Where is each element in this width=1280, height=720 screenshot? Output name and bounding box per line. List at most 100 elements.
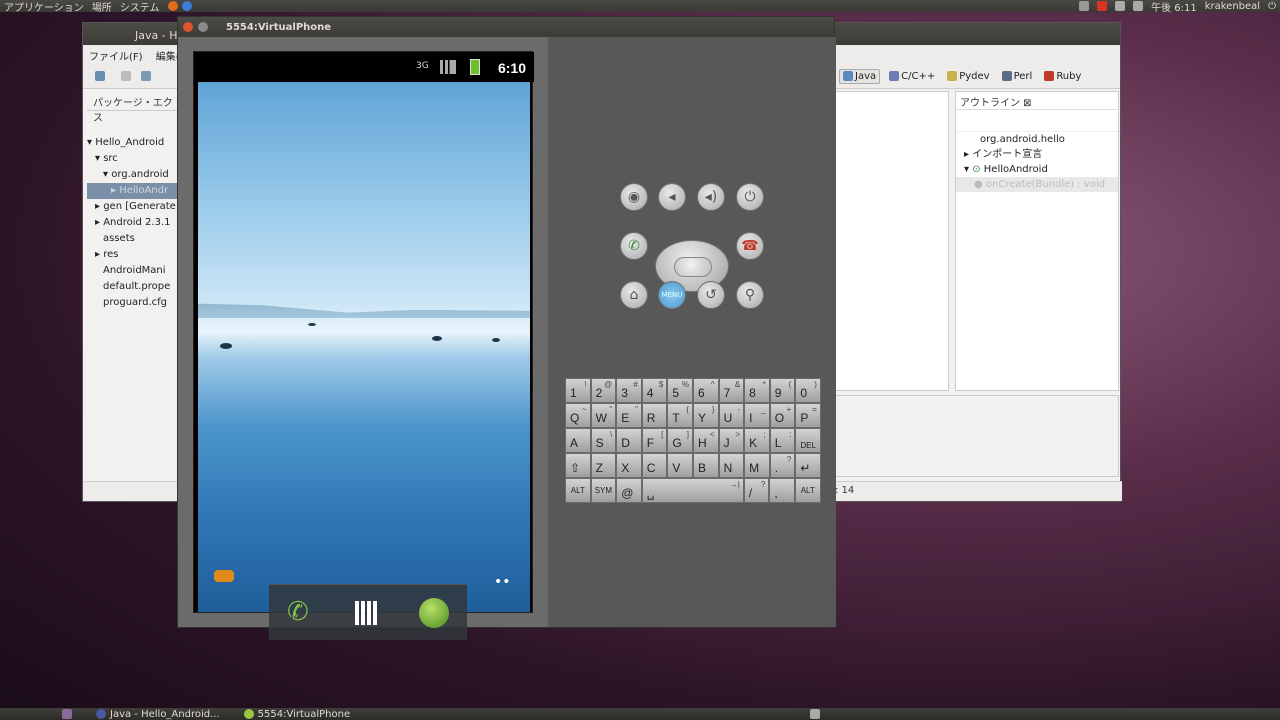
power-icon[interactable]: ⏻ — [1268, 1, 1276, 12]
tree-item[interactable]: ▾ org.android — [87, 167, 179, 183]
perl-perspective[interactable]: Perl — [999, 70, 1036, 83]
back-button[interactable]: ↺ — [697, 281, 725, 309]
key[interactable]: 4 $ — [641, 378, 668, 403]
minimize-icon[interactable] — [198, 22, 208, 32]
tree-item[interactable]: default.prope — [87, 279, 179, 295]
key[interactable]: I _ — [744, 403, 770, 428]
close-icon[interactable] — [183, 22, 193, 32]
key[interactable]: T{ — [667, 403, 693, 428]
key[interactable]: , — [769, 478, 795, 503]
tree-item[interactable]: ▾ Hello_Android — [87, 135, 179, 151]
task-eclipse[interactable]: Java - Hello_Android... — [84, 708, 232, 720]
key[interactable]: 2 @ — [590, 378, 617, 403]
left-dots-icon[interactable] — [214, 570, 234, 582]
key[interactable]: Z — [590, 453, 617, 478]
key[interactable]: W " — [590, 403, 617, 428]
key[interactable]: R — [641, 403, 668, 428]
home-button[interactable]: ⌂ — [620, 281, 648, 309]
app-drawer-icon[interactable] — [355, 601, 379, 625]
tree-item[interactable]: AndroidMani — [87, 263, 179, 279]
key[interactable]: J > — [718, 428, 745, 453]
key[interactable]: P = — [795, 403, 821, 428]
ruby-perspective[interactable]: Ruby — [1041, 70, 1084, 83]
cpp-perspective[interactable]: C/C++ — [886, 70, 938, 83]
key[interactable]: @ — [616, 478, 642, 503]
volume-icon[interactable] — [1133, 1, 1144, 11]
mail-icon[interactable] — [1115, 1, 1126, 11]
volume-down-button[interactable]: ◂ — [658, 183, 686, 211]
pydev-perspective[interactable]: Pydev — [944, 70, 992, 83]
call-button[interactable]: ✆ — [620, 232, 648, 260]
key[interactable]: Y} — [692, 403, 719, 428]
key[interactable]: .? — [769, 453, 796, 478]
phone-screen[interactable]: 3G 6:10 ✆ •• — [193, 51, 534, 640]
dpad-center[interactable] — [674, 257, 712, 277]
file-menu[interactable]: ファイル(F) — [89, 52, 143, 63]
tree-item[interactable]: proguard.cfg — [87, 295, 179, 311]
key[interactable]: E " — [616, 403, 642, 428]
user-name[interactable]: krakenbeal — [1205, 1, 1260, 12]
outline-item[interactable]: ● onCreate(Bundle) : void — [956, 177, 1118, 192]
key[interactable]: H < — [692, 428, 719, 453]
print-icon[interactable] — [141, 71, 151, 81]
places-menu[interactable]: 場所 — [92, 0, 112, 14]
key[interactable]: 1! — [565, 378, 591, 403]
trash-icon[interactable] — [810, 709, 820, 719]
key[interactable]: 8 * — [744, 378, 770, 403]
help-icon[interactable] — [181, 1, 192, 11]
search-button[interactable]: ⚲ — [736, 281, 764, 309]
emulator-titlebar[interactable]: 5554:VirtualPhone — [178, 17, 834, 37]
firefox-icon[interactable] — [167, 1, 178, 11]
phone-icon[interactable]: ✆ — [287, 597, 309, 627]
key[interactable]: X — [616, 453, 642, 478]
editor-area[interactable] — [835, 91, 949, 391]
tree-item[interactable]: ▾ src — [87, 151, 179, 167]
new-icon[interactable] — [95, 71, 105, 81]
key[interactable]: ␣ →| — [641, 478, 744, 503]
key[interactable]: F[ — [641, 428, 668, 453]
package-explorer-tab[interactable]: パッケージ・エクス — [87, 91, 179, 124]
key[interactable]: L: — [769, 428, 796, 453]
key[interactable]: 6 ^ — [692, 378, 719, 403]
tree-item[interactable]: ▸ res — [87, 247, 179, 263]
key[interactable]: Q ~ — [565, 403, 591, 428]
key[interactable]: 7 & — [718, 378, 745, 403]
clock[interactable]: 午後 6:11 — [1151, 0, 1197, 14]
outline-tab[interactable]: アウトライン ⊠ — [956, 92, 1118, 110]
show-desktop-icon[interactable] — [62, 709, 72, 719]
volume-up-button[interactable]: ◂) — [697, 183, 725, 211]
key[interactable]: DEL — [795, 428, 821, 453]
key[interactable]: 0) — [795, 378, 821, 403]
tree-item[interactable]: ▸ gen [Generate — [87, 199, 179, 215]
key[interactable]: S \ — [590, 428, 617, 453]
right-dots-icon[interactable]: •• — [494, 574, 511, 590]
key[interactable]: D — [616, 428, 642, 453]
system-menu[interactable]: システム — [120, 0, 160, 14]
tree-item[interactable]: ▸ HelloAndr — [87, 183, 179, 199]
key[interactable]: 5% — [667, 378, 693, 403]
key[interactable]: A — [565, 428, 591, 453]
outline-item[interactable]: ▾ ⊙ HelloAndroid — [956, 162, 1118, 177]
key[interactable]: SYM — [590, 478, 617, 503]
tree-item[interactable]: ▸ Android 2.3.1 — [87, 215, 179, 231]
java-perspective[interactable]: Java — [839, 68, 881, 84]
camera-button[interactable]: ◉ — [620, 183, 648, 211]
key[interactable]: 9( — [769, 378, 796, 403]
end-call-button[interactable]: ☎ — [736, 232, 764, 260]
key[interactable]: U- — [718, 403, 745, 428]
key[interactable]: K; — [744, 428, 770, 453]
key[interactable]: N — [718, 453, 745, 478]
menu-button[interactable]: MENU — [658, 281, 686, 309]
key[interactable]: ⇧ — [565, 453, 591, 478]
key[interactable]: ALT — [565, 478, 591, 503]
key[interactable]: /? — [743, 478, 770, 503]
key[interactable]: O + — [769, 403, 796, 428]
network-icon[interactable] — [1079, 1, 1090, 11]
browser-icon[interactable] — [419, 598, 449, 628]
record-icon[interactable] — [1097, 1, 1108, 11]
key[interactable]: B — [692, 453, 719, 478]
key[interactable]: 3 # — [616, 378, 642, 403]
key[interactable]: V — [667, 453, 693, 478]
task-emulator[interactable]: 5554:VirtualPhone — [232, 708, 362, 720]
key[interactable]: ALT — [794, 478, 821, 503]
